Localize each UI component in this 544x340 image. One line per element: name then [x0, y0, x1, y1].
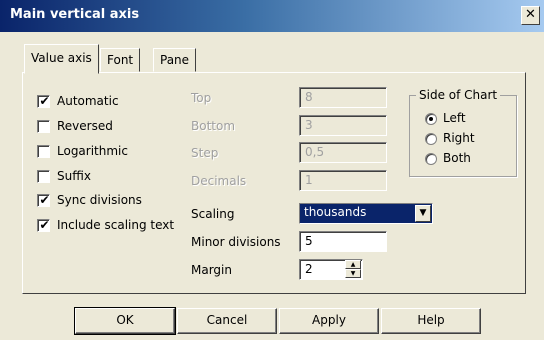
scaling-selected-value: thousands — [304, 205, 367, 219]
include-scaling-text-label[interactable]: Include scaling text — [57, 218, 174, 232]
scaling-label: Scaling — [191, 207, 235, 221]
check-icon: ✔ — [39, 218, 50, 232]
cancel-button[interactable]: Cancel — [177, 308, 277, 334]
radio-selected-dot — [429, 117, 433, 121]
side-left-radio[interactable] — [425, 113, 437, 125]
automatic-label[interactable]: Automatic — [57, 94, 119, 108]
help-button[interactable]: Help — [381, 308, 481, 334]
spin-up-icon[interactable]: ▲ — [345, 260, 361, 269]
check-icon: ✔ — [39, 193, 50, 207]
side-right-radio[interactable] — [425, 133, 437, 145]
reversed-label[interactable]: Reversed — [57, 119, 113, 133]
decimals-field: 1 — [299, 170, 387, 191]
side-left-label[interactable]: Left — [443, 111, 466, 125]
tab-pane[interactable]: Pane — [153, 48, 197, 72]
top-label: Top — [191, 91, 212, 105]
automatic-checkbox[interactable]: ✔ — [37, 94, 50, 108]
side-right-label[interactable]: Right — [443, 131, 475, 145]
scaling-select[interactable]: thousands ▼ — [299, 203, 433, 224]
value-axis-panel: ✔ Automatic Reversed Logarithmic Suffix … — [22, 72, 526, 294]
bottom-label: Bottom — [191, 119, 236, 133]
ok-button[interactable]: OK — [74, 307, 176, 335]
spin-down-icon[interactable]: ▼ — [345, 269, 361, 278]
tab-font-label: Font — [107, 53, 134, 67]
tab-value-axis-label: Value axis — [31, 51, 92, 65]
sync-divisions-checkbox[interactable]: ✔ — [37, 193, 50, 207]
include-scaling-text-checkbox[interactable]: ✔ — [37, 218, 50, 232]
tab-pane-label: Pane — [160, 53, 190, 67]
window-title: Main vertical axis — [10, 7, 140, 22]
step-field: 0,5 — [299, 142, 387, 163]
tab-value-axis[interactable]: Value axis — [24, 44, 99, 74]
apply-button[interactable]: Apply — [279, 308, 379, 334]
decimals-label: Decimals — [191, 174, 247, 188]
margin-spinner[interactable]: ▲ ▼ — [345, 260, 361, 279]
bottom-field: 3 — [299, 115, 387, 136]
suffix-label[interactable]: Suffix — [57, 169, 91, 183]
title-bar: Main vertical axis ✕ — [0, 0, 544, 32]
step-label: Step — [191, 146, 219, 160]
tab-font[interactable]: Font — [100, 48, 141, 72]
suffix-checkbox[interactable] — [37, 170, 50, 183]
check-icon: ✔ — [39, 94, 50, 108]
sync-divisions-label[interactable]: Sync divisions — [57, 193, 142, 207]
close-icon: ✕ — [525, 7, 536, 22]
margin-label: Margin — [191, 263, 232, 277]
side-both-radio[interactable] — [425, 153, 437, 165]
reversed-checkbox[interactable] — [37, 120, 50, 133]
top-field: 8 — [299, 87, 387, 108]
logarithmic-checkbox[interactable] — [37, 145, 50, 158]
chevron-down-icon[interactable]: ▼ — [415, 205, 431, 222]
minor-divisions-input[interactable]: 5 — [299, 231, 387, 252]
side-both-label[interactable]: Both — [443, 151, 471, 165]
side-of-chart-title: Side of Chart — [416, 88, 501, 102]
logarithmic-label[interactable]: Logarithmic — [57, 144, 128, 158]
close-button[interactable]: ✕ — [521, 6, 540, 25]
minor-divisions-label: Minor divisions — [191, 235, 281, 249]
